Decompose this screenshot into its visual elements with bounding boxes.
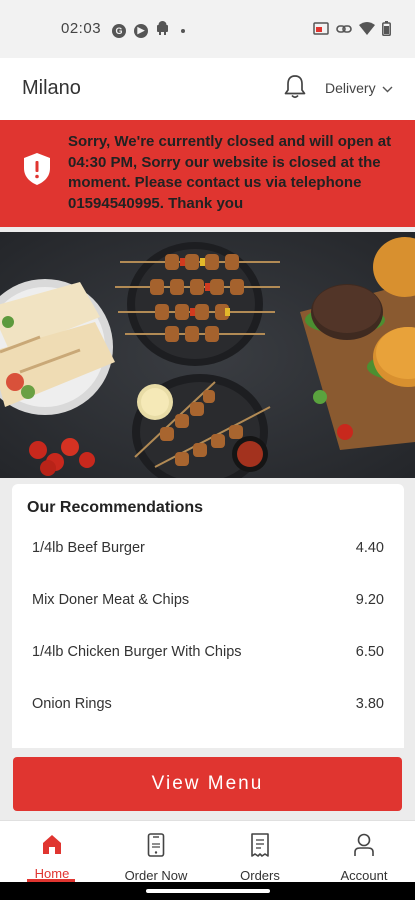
recommendation-item[interactable]: Onion Rings 3.80 [32,696,384,720]
restaurant-name: Milano [22,77,81,99]
view-menu-button[interactable]: View Menu [13,757,402,811]
dot-icon [181,28,185,33]
bell-icon[interactable] [283,74,307,105]
item-name: 1/4lb Beef Burger [32,540,145,556]
phone-icon [147,833,165,862]
play-icon: ▶ [134,23,148,38]
cast-icon [313,22,329,35]
battery-icon [382,21,391,36]
status-time: 02:03 [61,20,102,37]
delivery-label: Delivery [325,80,376,96]
recommendation-item[interactable]: 1/4lb Chicken Burger With Chips 6.50 [32,644,384,668]
recommendation-item[interactable]: Mix Doner Meat & Chips 9.20 [32,592,384,616]
nav-label: Order Now [124,868,188,883]
android-icon [156,21,169,40]
g-icon: G [112,23,126,38]
item-name: Mix Doner Meat & Chips [32,592,190,608]
status-right-icons [313,21,391,36]
nav-label: Account [340,868,388,883]
hero-food-image [0,232,415,478]
nav-home[interactable]: Home [2,833,102,881]
delivery-selector[interactable]: Delivery [325,80,393,96]
item-price: 4.40 [355,540,384,556]
item-price: 3.80 [355,696,384,712]
nav-label: Orders [240,868,280,883]
nav-order-now[interactable]: Order Now [106,833,206,883]
bottom-nav: Home Order Now Orders Account [0,820,415,883]
link-icon [336,24,352,34]
home-icon [41,833,63,860]
user-icon [353,833,375,862]
item-price: 9.20 [355,592,384,608]
item-name: Onion Rings [32,696,112,712]
wifi-icon [359,22,375,35]
item-price: 6.50 [355,644,384,660]
recommendations-title: Our Recommendations [27,499,204,516]
closed-notice-text: Sorry, We're currently closed and will o… [68,133,392,212]
status-bar: 02:03 G ▶ [0,0,415,58]
recommendations-card: Our Recommendations 1/4lb Beef Burger 4.… [12,484,404,754]
recommendation-item[interactable]: 1/4lb Beef Burger 4.40 [32,540,384,564]
receipt-icon [250,833,270,862]
nav-account[interactable]: Account [314,833,414,883]
shield-alert-icon [22,152,52,191]
status-left-icons: G ▶ [112,21,185,40]
chevron-down-icon [382,80,393,96]
gesture-handle[interactable] [146,889,270,893]
item-name: 1/4lb Chicken Burger With Chips [32,644,242,660]
nav-orders[interactable]: Orders [210,833,310,883]
